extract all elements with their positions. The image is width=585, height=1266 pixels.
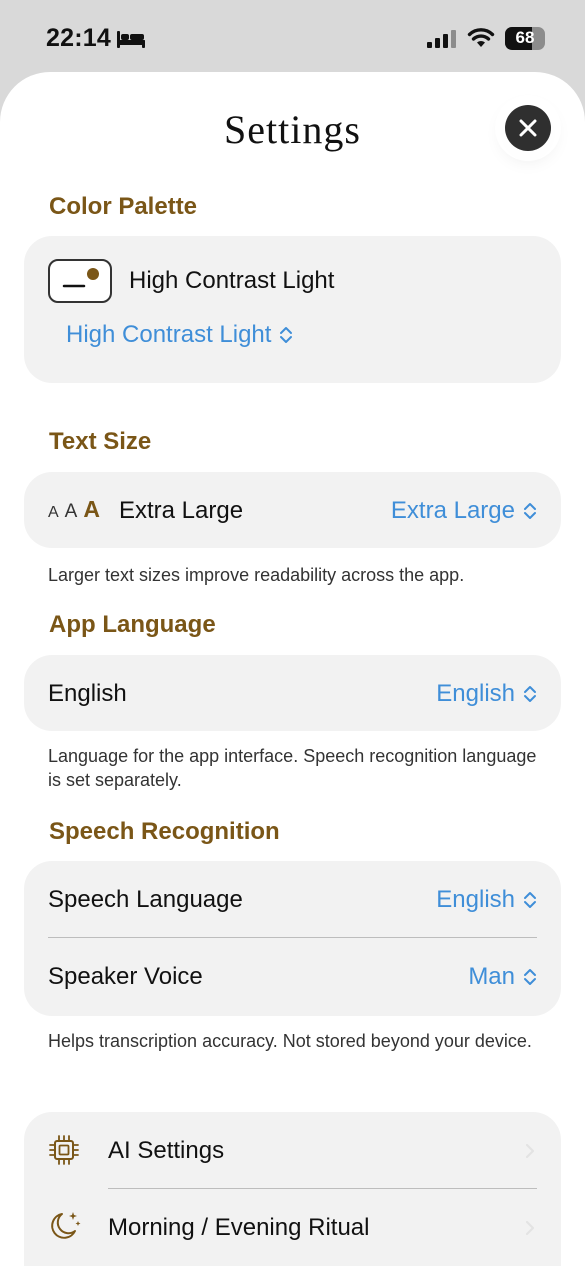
ai-settings-row[interactable]: AI Settings	[24, 1112, 561, 1189]
status-time: 22:14	[46, 24, 111, 52]
text-size-sample-large: A	[83, 496, 100, 522]
navigation-card: AI Settings Morning / Evening Ritual	[24, 1112, 561, 1266]
speech-recognition-footnote: Helps transcription accuracy. Not stored…	[48, 1031, 532, 1051]
color-palette-card: High Contrast Light High Contrast Light	[24, 236, 561, 383]
chevron-right-icon	[525, 1220, 535, 1236]
chip-icon	[49, 1135, 79, 1165]
speech-language-label: Speech Language	[48, 886, 243, 913]
speech-language-row[interactable]: Speech Language English	[24, 861, 561, 938]
app-language-card: English English	[24, 655, 561, 731]
text-size-icon: A A A	[48, 496, 100, 523]
palette-swatch-icon	[48, 259, 112, 303]
chevron-up-down-icon	[280, 327, 293, 343]
chevron-up-down-icon	[524, 969, 536, 985]
speaker-voice-picker-value: Man	[468, 963, 515, 990]
color-palette-header: Color Palette	[49, 193, 198, 220]
speaker-voice-row[interactable]: Speaker Voice Man	[24, 938, 561, 1016]
color-palette-picker-value: High Contrast Light	[66, 321, 272, 348]
color-palette-current-label: High Contrast Light	[129, 267, 335, 294]
app-language-picker[interactable]: English	[436, 680, 537, 708]
ritual-row[interactable]: Morning / Evening Ritual	[24, 1189, 561, 1266]
settings-sheet: Settings Color Palette High Contrast Lig…	[0, 72, 585, 1266]
app-language-header: App Language	[49, 611, 216, 638]
text-size-header: Text Size	[49, 428, 152, 455]
text-size-card: A A A Extra Large Extra Large	[24, 472, 561, 548]
text-size-picker[interactable]: Extra Large	[391, 497, 537, 525]
text-size-current-label: Extra Large	[119, 497, 244, 524]
app-language-footnote: Language for the app interface. Speech r…	[48, 746, 537, 790]
moon-stars-icon	[51, 1212, 81, 1239]
wifi-icon	[467, 28, 495, 47]
chevron-up-down-icon	[524, 503, 536, 519]
speaker-voice-picker[interactable]: Man	[468, 963, 537, 991]
status-bar: 22:14 68	[0, 0, 585, 72]
color-palette-picker[interactable]: High Contrast Light	[66, 321, 293, 349]
app-language-current-label: English	[48, 680, 127, 707]
bed-icon	[117, 31, 145, 48]
battery-percentage: 68	[515, 28, 535, 47]
chevron-right-icon	[525, 1143, 535, 1159]
chevron-up-down-icon	[524, 686, 536, 702]
speech-recognition-card: Speech Language English Speaker Voice Ma…	[24, 861, 561, 1016]
speech-language-picker-value: English	[436, 886, 515, 913]
close-icon	[519, 119, 537, 137]
text-size-sample-small: A	[48, 504, 59, 521]
text-size-footnote: Larger text sizes improve readability ac…	[48, 565, 465, 585]
speaker-voice-label: Speaker Voice	[48, 963, 203, 990]
chevron-up-down-icon	[524, 892, 536, 908]
app-language-picker-value: English	[436, 680, 515, 707]
text-size-sample-medium: A	[64, 501, 78, 522]
speech-recognition-header: Speech Recognition	[49, 818, 280, 845]
page-title: Settings	[224, 107, 361, 152]
ai-settings-label: AI Settings	[108, 1137, 225, 1164]
battery-icon: 68	[505, 27, 545, 50]
speech-language-picker[interactable]: English	[436, 886, 537, 914]
ritual-label: Morning / Evening Ritual	[108, 1214, 370, 1241]
text-size-picker-value: Extra Large	[390, 497, 515, 524]
close-button[interactable]	[505, 105, 551, 151]
signal-icon	[427, 30, 456, 48]
